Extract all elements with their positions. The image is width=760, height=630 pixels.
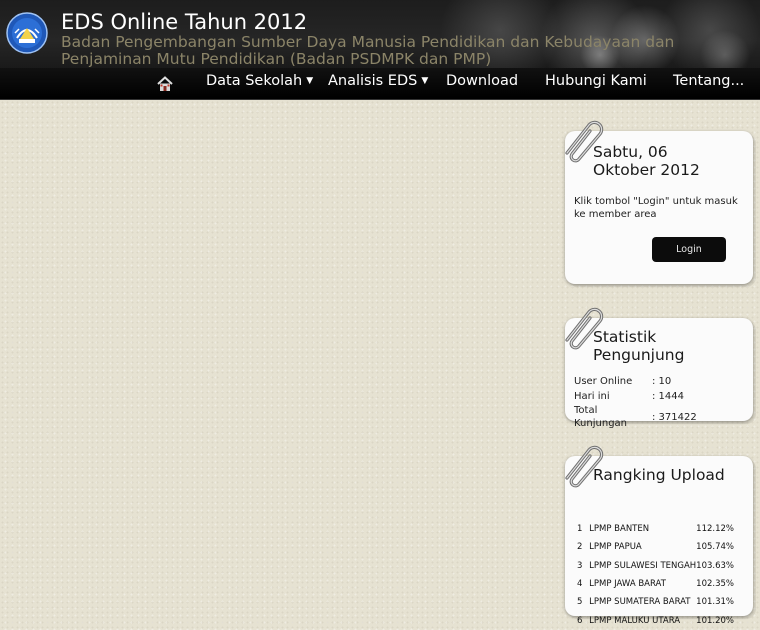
date-line-1: Sabtu, 06 xyxy=(593,143,668,161)
stats-title-line-1: Statistik xyxy=(593,328,657,346)
rank-name: LPMP SULAWESI TENGAH xyxy=(589,560,697,571)
nav-item-analisis-eds[interactable]: Analisis EDS ▼ xyxy=(328,73,428,89)
stats-title: Statistik Pengunjung xyxy=(593,328,684,364)
table-row[interactable]: 5 LPMP SUMATERA BARAT 101.31% xyxy=(574,593,734,611)
rank-name: LPMP SUMATERA BARAT xyxy=(589,597,691,608)
rank-name: LPMP BANTEN xyxy=(589,524,650,535)
site-subtitle: Badan Pengembangan Sumber Daya Manusia P… xyxy=(61,33,675,68)
rank-number: 1 xyxy=(577,524,583,535)
table-row[interactable]: 6 LPMP MALUKU UTARA 101.20% xyxy=(574,611,734,629)
nav-item-label: Analisis EDS xyxy=(328,73,418,89)
stats-table: User Online : 10 Hari ini : 1444 Total K… xyxy=(574,375,699,432)
rank-name: LPMP JAWA BARAT xyxy=(589,579,666,590)
nav-item-tentang[interactable]: Tentang... xyxy=(673,73,744,89)
login-message: Klik tombol "Login" untuk masuk ke membe… xyxy=(574,196,738,220)
caret-down-icon: ▼ xyxy=(306,76,314,86)
nav-item-label: Data Sekolah xyxy=(206,73,303,89)
nav-item-label: Tentang... xyxy=(673,73,745,89)
rank-percent: 101.20% xyxy=(696,615,734,626)
stat-value: : 10 xyxy=(652,376,672,387)
rank-percent: 101.31% xyxy=(696,597,734,608)
rank-percent: 112.12% xyxy=(696,524,734,535)
rank-number: 2 xyxy=(577,542,583,553)
site-header: EDS Online Tahun 2012 Badan Pengembangan… xyxy=(0,0,760,68)
rank-percent: 102.35% xyxy=(696,579,734,590)
upload-ranking-widget: Rangking Upload 1 LPMP BANTEN 112.12% 2 … xyxy=(565,445,753,626)
current-date: Sabtu, 06 Oktober 2012 xyxy=(593,143,700,179)
nav-item-hubungi-kami[interactable]: Hubungi Kami xyxy=(545,73,647,89)
stat-label: Hari ini xyxy=(574,390,610,402)
caret-down-icon: ▼ xyxy=(421,76,429,86)
home-icon[interactable] xyxy=(156,75,174,93)
nav-item-label: Hubungi Kami xyxy=(545,73,647,89)
rank-percent: 103.63% xyxy=(696,560,734,571)
rank-number: 6 xyxy=(577,615,583,626)
stat-value: : 1444 xyxy=(652,390,684,402)
nav-item-data-sekolah[interactable]: Data Sekolah ▼ xyxy=(206,73,313,89)
login-button[interactable]: Login xyxy=(652,237,726,262)
table-row[interactable]: 3 LPMP SULAWESI TENGAH 103.63% xyxy=(574,557,734,575)
rank-number: 5 xyxy=(577,597,583,608)
nav-item-download[interactable]: Download xyxy=(446,73,518,89)
ministry-logo-icon[interactable] xyxy=(6,12,48,54)
main-nav: Data Sekolah ▼ Analisis EDS ▼ Download Hub… xyxy=(0,68,760,100)
table-row: Hari ini : 1444 xyxy=(574,390,699,405)
rank-percent: 105.74% xyxy=(696,542,734,553)
login-widget: Sabtu, 06 Oktober 2012 Klik tombol "Logi… xyxy=(565,120,753,284)
table-row[interactable]: 1 LPMP BANTEN 112.12% xyxy=(574,520,734,538)
rank-name: LPMP PAPUA xyxy=(589,542,642,553)
rank-number: 3 xyxy=(577,560,583,571)
table-row: Total Kunjungan : 371422 xyxy=(574,404,699,432)
date-line-2: Oktober 2012 xyxy=(593,161,700,179)
table-row: User Online : 10 xyxy=(574,375,699,390)
site-title: EDS Online Tahun 2012 xyxy=(61,10,308,34)
stat-label: Total Kunjungan xyxy=(574,405,628,429)
stat-label: User Online xyxy=(574,376,633,387)
ranking-title: Rangking Upload xyxy=(593,466,725,484)
nav-item-label: Download xyxy=(446,73,519,89)
rank-name: LPMP MALUKU UTARA xyxy=(589,615,681,626)
rank-number: 4 xyxy=(577,579,583,590)
visitor-stats-widget: Statistik Pengunjung User Online : 10 Ha… xyxy=(565,307,753,429)
table-row[interactable]: 4 LPMP JAWA BARAT 102.35% xyxy=(574,575,734,593)
stat-value: : 371422 xyxy=(652,411,697,423)
ranking-table: 1 LPMP BANTEN 112.12% 2 LPMP PAPUA 105.7… xyxy=(574,520,734,630)
table-row[interactable]: 2 LPMP PAPUA 105.74% xyxy=(574,538,734,556)
stats-title-line-2: Pengunjung xyxy=(593,346,685,364)
